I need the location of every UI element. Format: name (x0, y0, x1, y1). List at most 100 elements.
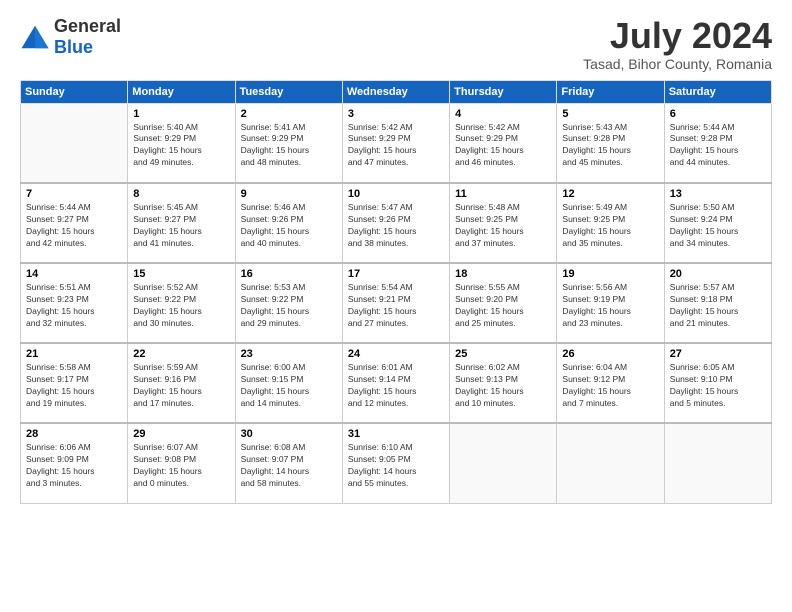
calendar-cell: 31 Sunrise: 6:10 AM Sunset: 9:05 PM Dayli… (342, 423, 449, 503)
day-number: 1 (133, 108, 229, 120)
calendar-cell: 21 Sunrise: 5:58 AM Sunset: 9:17 PM Dayli… (21, 343, 128, 423)
calendar-cell: 13Sunrise: 5:50 AM Sunset: 9:24 PM Dayli… (664, 183, 771, 263)
calendar-cell: 22 Sunrise: 5:59 AM Sunset: 9:16 PM Dayli… (128, 343, 235, 423)
day-number: 23 (241, 348, 337, 360)
day-info: Sunrise: 5:42 AM Sunset: 9:29 PM Dayligh… (455, 122, 551, 170)
day-info: Sunrise: 6:04 AM Sunset: 9:12 PM Dayligh… (562, 362, 658, 410)
logo-blue: Blue (54, 37, 93, 57)
week-row-3: 14 Sunrise: 5:51 AM Sunset: 9:23 PM Dayli… (21, 263, 772, 343)
day-number: 28 (26, 428, 122, 440)
day-number: 29 (133, 428, 229, 440)
day-number: 12 (562, 188, 658, 200)
day-number: 6 (670, 108, 766, 120)
day-info: Sunrise: 6:00 AM Sunset: 9:15 PM Dayligh… (241, 362, 337, 410)
day-info: Sunrise: 5:44 AM Sunset: 9:27 PM Dayligh… (26, 202, 122, 250)
calendar-cell: 28 Sunrise: 6:06 AM Sunset: 9:09 PM Dayli… (21, 423, 128, 503)
calendar-cell (450, 423, 557, 503)
calendar-cell: 11 Sunrise: 5:48 AM Sunset: 9:25 PM Dayli… (450, 183, 557, 263)
title-area: July 2024 Tasad, Bihor County, Romania (583, 16, 772, 72)
month-title: July 2024 (583, 16, 772, 56)
day-info: Sunrise: 5:50 AM Sunset: 9:24 PM Dayligh… (670, 202, 766, 250)
logo-text: General Blue (54, 16, 121, 58)
calendar-cell: 14 Sunrise: 5:51 AM Sunset: 9:23 PM Dayli… (21, 263, 128, 343)
day-number: 18 (455, 268, 551, 280)
calendar-cell: 12Sunrise: 5:49 AM Sunset: 9:25 PM Dayli… (557, 183, 664, 263)
day-info: Sunrise: 6:01 AM Sunset: 9:14 PM Dayligh… (348, 362, 444, 410)
day-number: 7 (26, 188, 122, 200)
day-info: Sunrise: 5:52 AM Sunset: 9:22 PM Dayligh… (133, 282, 229, 330)
day-info: Sunrise: 5:48 AM Sunset: 9:25 PM Dayligh… (455, 202, 551, 250)
day-number: 26 (562, 348, 658, 360)
day-number: 8 (133, 188, 229, 200)
day-info: Sunrise: 5:47 AM Sunset: 9:26 PM Dayligh… (348, 202, 444, 250)
day-number: 19 (562, 268, 658, 280)
day-info: Sunrise: 6:10 AM Sunset: 9:05 PM Dayligh… (348, 442, 444, 490)
day-number: 4 (455, 108, 551, 120)
calendar-cell: 23 Sunrise: 6:00 AM Sunset: 9:15 PM Dayli… (235, 343, 342, 423)
calendar-cell: 27 Sunrise: 6:05 AM Sunset: 9:10 PM Dayli… (664, 343, 771, 423)
day-number: 15 (133, 268, 229, 280)
logo-icon (20, 22, 50, 52)
calendar-cell: 17 Sunrise: 5:54 AM Sunset: 9:21 PM Dayli… (342, 263, 449, 343)
page: General Blue July 2024 Tasad, Bihor Coun… (0, 0, 792, 612)
calendar-cell: 7 Sunrise: 5:44 AM Sunset: 9:27 PM Daylig… (21, 183, 128, 263)
day-number: 31 (348, 428, 444, 440)
day-info: Sunrise: 5:53 AM Sunset: 9:22 PM Dayligh… (241, 282, 337, 330)
week-row-4: 21 Sunrise: 5:58 AM Sunset: 9:17 PM Dayli… (21, 343, 772, 423)
day-number: 22 (133, 348, 229, 360)
location-title: Tasad, Bihor County, Romania (583, 56, 772, 72)
day-info: Sunrise: 5:44 AM Sunset: 9:28 PM Dayligh… (670, 122, 766, 170)
calendar-cell: 4 Sunrise: 5:42 AM Sunset: 9:29 PM Daylig… (450, 103, 557, 183)
header: General Blue July 2024 Tasad, Bihor Coun… (20, 16, 772, 72)
day-number: 14 (26, 268, 122, 280)
weekday-header-saturday: Saturday (664, 80, 771, 103)
week-row-5: 28 Sunrise: 6:06 AM Sunset: 9:09 PM Dayli… (21, 423, 772, 503)
day-number: 11 (455, 188, 551, 200)
weekday-header-tuesday: Tuesday (235, 80, 342, 103)
day-info: Sunrise: 5:54 AM Sunset: 9:21 PM Dayligh… (348, 282, 444, 330)
day-number: 2 (241, 108, 337, 120)
weekday-header-friday: Friday (557, 80, 664, 103)
weekday-header-sunday: Sunday (21, 80, 128, 103)
day-info: Sunrise: 6:07 AM Sunset: 9:08 PM Dayligh… (133, 442, 229, 490)
calendar-cell (21, 103, 128, 183)
day-number: 17 (348, 268, 444, 280)
weekday-header-row: SundayMondayTuesdayWednesdayThursdayFrid… (21, 80, 772, 103)
day-info: Sunrise: 5:51 AM Sunset: 9:23 PM Dayligh… (26, 282, 122, 330)
day-info: Sunrise: 5:55 AM Sunset: 9:20 PM Dayligh… (455, 282, 551, 330)
day-info: Sunrise: 5:40 AM Sunset: 9:29 PM Dayligh… (133, 122, 229, 170)
day-info: Sunrise: 6:06 AM Sunset: 9:09 PM Dayligh… (26, 442, 122, 490)
calendar-cell: 2 Sunrise: 5:41 AM Sunset: 9:29 PM Daylig… (235, 103, 342, 183)
day-info: Sunrise: 5:56 AM Sunset: 9:19 PM Dayligh… (562, 282, 658, 330)
calendar-cell: 30Sunrise: 6:08 AM Sunset: 9:07 PM Dayli… (235, 423, 342, 503)
calendar-cell: 19 Sunrise: 5:56 AM Sunset: 9:19 PM Dayli… (557, 263, 664, 343)
calendar-cell (557, 423, 664, 503)
day-number: 25 (455, 348, 551, 360)
day-number: 5 (562, 108, 658, 120)
day-number: 24 (348, 348, 444, 360)
day-info: Sunrise: 5:41 AM Sunset: 9:29 PM Dayligh… (241, 122, 337, 170)
calendar-cell: 16Sunrise: 5:53 AM Sunset: 9:22 PM Dayli… (235, 263, 342, 343)
calendar-table: SundayMondayTuesdayWednesdayThursdayFrid… (20, 80, 772, 504)
week-row-2: 7 Sunrise: 5:44 AM Sunset: 9:27 PM Daylig… (21, 183, 772, 263)
day-info: Sunrise: 5:45 AM Sunset: 9:27 PM Dayligh… (133, 202, 229, 250)
week-row-1: 1 Sunrise: 5:40 AM Sunset: 9:29 PM Daylig… (21, 103, 772, 183)
day-info: Sunrise: 6:02 AM Sunset: 9:13 PM Dayligh… (455, 362, 551, 410)
day-number: 21 (26, 348, 122, 360)
day-info: Sunrise: 5:58 AM Sunset: 9:17 PM Dayligh… (26, 362, 122, 410)
day-info: Sunrise: 5:59 AM Sunset: 9:16 PM Dayligh… (133, 362, 229, 410)
day-number: 27 (670, 348, 766, 360)
logo-general: General (54, 16, 121, 36)
day-number: 10 (348, 188, 444, 200)
day-number: 20 (670, 268, 766, 280)
day-info: Sunrise: 6:05 AM Sunset: 9:10 PM Dayligh… (670, 362, 766, 410)
weekday-header-thursday: Thursday (450, 80, 557, 103)
day-info: Sunrise: 5:42 AM Sunset: 9:29 PM Dayligh… (348, 122, 444, 170)
day-info: Sunrise: 5:43 AM Sunset: 9:28 PM Dayligh… (562, 122, 658, 170)
calendar-cell: 9Sunrise: 5:46 AM Sunset: 9:26 PM Daylig… (235, 183, 342, 263)
calendar-cell: 1 Sunrise: 5:40 AM Sunset: 9:29 PM Daylig… (128, 103, 235, 183)
day-number: 3 (348, 108, 444, 120)
calendar-cell: 3 Sunrise: 5:42 AM Sunset: 9:29 PM Daylig… (342, 103, 449, 183)
day-info: Sunrise: 6:08 AM Sunset: 9:07 PM Dayligh… (241, 442, 337, 490)
calendar-cell: 26 Sunrise: 6:04 AM Sunset: 9:12 PM Dayli… (557, 343, 664, 423)
